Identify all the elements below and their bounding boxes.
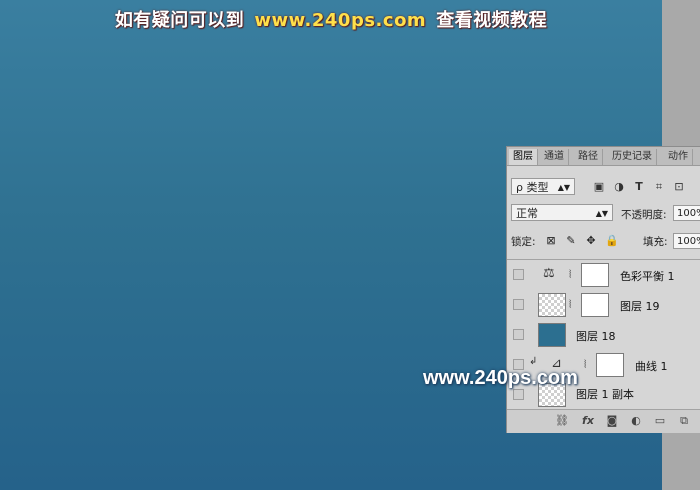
link-layers-icon[interactable]: ⛓: [555, 414, 569, 427]
color-balance-icon: ⚖: [543, 266, 555, 281]
add-mask-icon[interactable]: ◙: [605, 414, 619, 427]
visibility-toggle[interactable]: [513, 269, 524, 280]
banner-url: www.240ps.com: [254, 10, 427, 31]
type-filter-icon[interactable]: T: [633, 181, 645, 193]
layer-row[interactable]: ⚖ ⦚ 色彩平衡 1: [507, 260, 700, 291]
new-adjustment-icon[interactable]: ◐: [629, 414, 643, 427]
adjustment-filter-icon[interactable]: ◑: [613, 181, 625, 193]
layer-mask-thumbnail[interactable]: [596, 353, 624, 377]
new-layer-icon[interactable]: ⧉: [677, 414, 691, 428]
blend-mode-value: 正常: [516, 207, 538, 220]
opacity-field[interactable]: 100%: [673, 205, 700, 221]
select-arrow-icon: ▲▼: [595, 209, 608, 218]
tab-channels[interactable]: 通道: [540, 149, 569, 165]
smartobject-filter-icon[interactable]: ⊡: [673, 181, 685, 193]
clip-arrow-icon: ↲: [529, 356, 538, 367]
banner-text-1: 如有疑问可以到: [114, 10, 245, 31]
new-group-icon[interactable]: ▭: [653, 414, 667, 427]
layer-mask-thumbnail[interactable]: [581, 263, 609, 287]
layer-name[interactable]: 图层 18: [576, 328, 616, 344]
watermark-text: www.240ps.com: [423, 367, 578, 389]
lock-all-icon[interactable]: 🔒: [605, 235, 619, 247]
tab-paths[interactable]: 路径: [574, 149, 603, 165]
visibility-toggle[interactable]: [513, 389, 524, 400]
layer-row[interactable]: ⦚ 图层 19: [507, 290, 700, 321]
blend-mode-select[interactable]: 正常 ▲▼: [511, 204, 613, 221]
shape-filter-icon[interactable]: ⌗: [653, 181, 665, 193]
filter-kind-select[interactable]: ρ 类型 ▲▼: [511, 178, 575, 195]
layer-row[interactable]: 图层 18: [507, 320, 700, 351]
select-arrow-icon: ▲▼: [557, 183, 570, 192]
header-banner: 如有疑问可以到 www.240ps.com 查看视频教程: [0, 6, 662, 32]
link-icon: ⦚: [569, 298, 572, 311]
layer-name[interactable]: 曲线 1: [635, 358, 668, 374]
lock-brush-icon[interactable]: ✎: [565, 235, 577, 247]
filter-row: ρ 类型 ▲▼ ▣ ◑ T ⌗ ⊡: [507, 177, 700, 197]
lock-label: 锁定:: [511, 236, 536, 248]
banner-text-2: 查看视频教程: [436, 10, 548, 31]
image-filter-icon[interactable]: ▣: [593, 181, 605, 193]
layer-name[interactable]: 图层 19: [620, 298, 660, 314]
fill-field[interactable]: 100%: [673, 233, 700, 249]
panel-footer: ⛓ fx ◙ ◐ ▭ ⧉: [507, 409, 700, 433]
visibility-toggle[interactable]: [513, 329, 524, 340]
opacity-label: 不透明度:: [621, 209, 667, 221]
blend-row: 正常 ▲▼ 不透明度: 100%: [507, 203, 700, 223]
lock-transparency-icon[interactable]: ⊠: [545, 235, 557, 247]
link-icon: ⦚: [569, 268, 572, 281]
layer-thumbnail[interactable]: [538, 293, 566, 317]
layer-mask-thumbnail[interactable]: [581, 293, 609, 317]
link-icon: ⦚: [584, 358, 587, 371]
lock-row: 锁定: ⊠ ✎ ✥ 🔒 填充: 100%: [507, 233, 700, 251]
visibility-toggle[interactable]: [513, 299, 524, 310]
lock-move-icon[interactable]: ✥: [585, 235, 597, 247]
tab-actions[interactable]: 动作: [664, 149, 693, 165]
layer-name[interactable]: 色彩平衡 1: [620, 268, 675, 284]
panel-tabs: 图层 通道 路径 历史记录 动作: [507, 147, 700, 166]
filter-kind-value: ρ 类型: [516, 181, 549, 194]
fill-label: 填充:: [643, 236, 668, 248]
fx-icon[interactable]: fx: [581, 414, 595, 427]
tab-history[interactable]: 历史记录: [608, 149, 657, 165]
layer-thumbnail[interactable]: [538, 323, 566, 347]
layer-name[interactable]: 图层 1 副本: [576, 386, 634, 402]
tab-layers[interactable]: 图层: [509, 149, 538, 165]
